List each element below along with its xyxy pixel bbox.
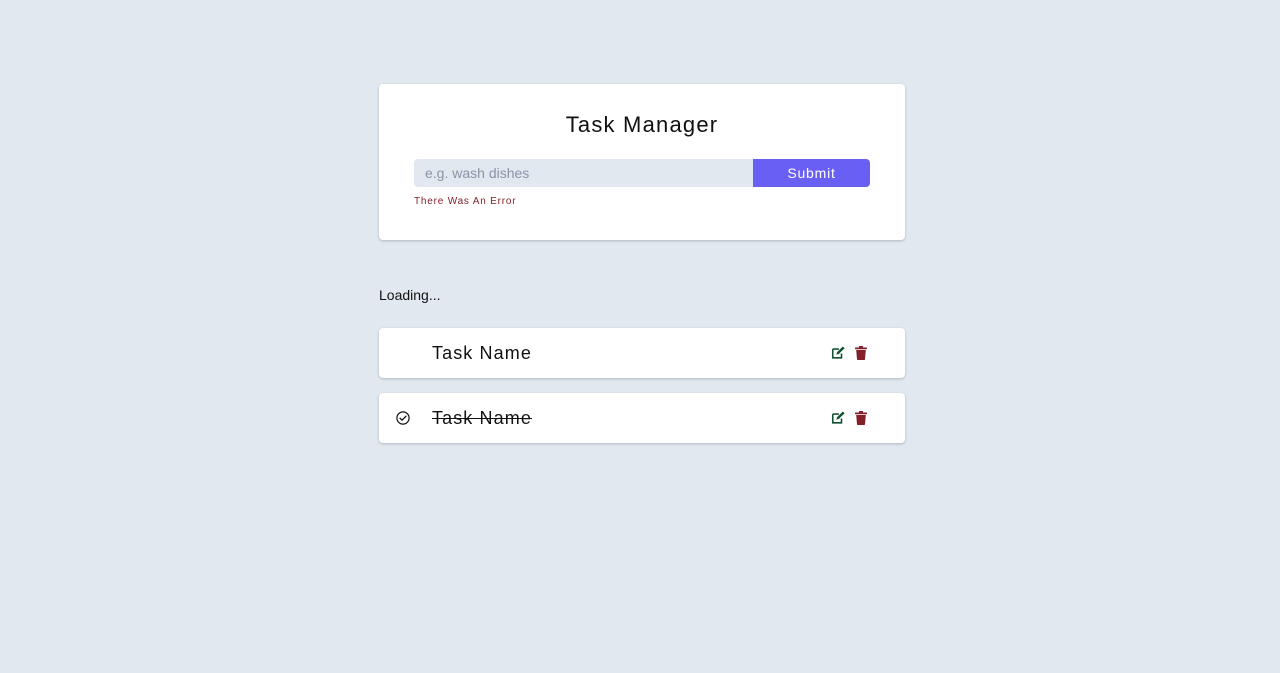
task-item: Task Name [379, 328, 905, 378]
submit-button[interactable]: Submit [753, 159, 870, 187]
form-control: Submit [414, 159, 870, 187]
trash-icon[interactable] [855, 411, 867, 426]
form-title: Task Manager [565, 112, 719, 137]
task-input[interactable] [414, 159, 753, 187]
edit-icon[interactable] [831, 411, 845, 425]
task-name: Task Name [432, 343, 532, 363]
task-item-completed: Task Name [379, 393, 905, 443]
edit-icon[interactable] [831, 346, 845, 360]
task-form: Task Manager Submit There Was An Error [379, 84, 905, 240]
check-circle-icon [396, 411, 410, 425]
trash-icon[interactable] [855, 346, 867, 361]
task-name: Task Name [432, 408, 532, 428]
form-alert: There Was An Error [414, 196, 517, 207]
loading-text: Loading... [379, 287, 441, 303]
